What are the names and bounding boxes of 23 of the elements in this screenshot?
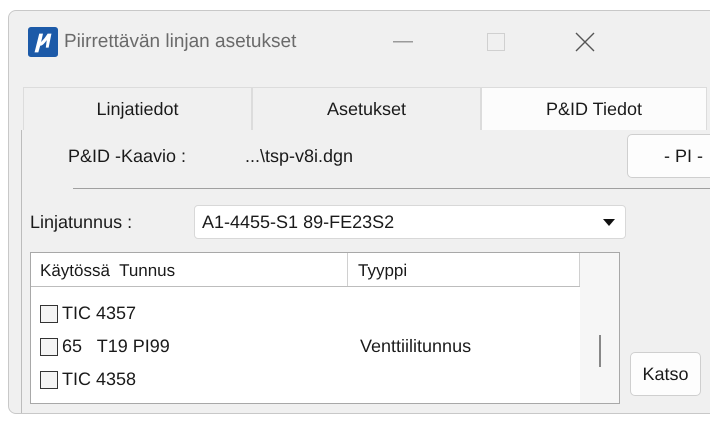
close-icon[interactable] bbox=[575, 32, 596, 52]
tab[interactable]: Asetukset bbox=[252, 87, 481, 130]
diagram-label: P&ID -Kaavio : bbox=[68, 146, 188, 166]
tab[interactable]: P&ID Tiedot bbox=[481, 87, 707, 130]
line-id-label: Linjatunnus : bbox=[30, 212, 134, 232]
app-logo-icon bbox=[28, 27, 58, 57]
caret-icon bbox=[603, 218, 615, 226]
checkbox[interactable] bbox=[40, 304, 58, 322]
table-cell: Venttiilitunnus bbox=[360, 336, 472, 356]
table-cell: TIC 4357 bbox=[62, 303, 136, 324]
table-cell: 65 T19 PI99 bbox=[62, 336, 170, 357]
katso-button[interactable]: Katso bbox=[630, 352, 701, 396]
window-title: Piirrettävän linjan asetukset bbox=[64, 31, 296, 53]
pi-button[interactable]: - PI - bbox=[627, 134, 710, 178]
table-cell: TIC 4358 bbox=[62, 369, 136, 390]
column-header[interactable]: Käytössä Tunnus bbox=[31, 253, 348, 286]
checkbox[interactable] bbox=[40, 338, 58, 356]
tab[interactable]: Linjatiedot bbox=[23, 87, 252, 130]
line-id-dropdown[interactable]: A1-4455-S1 89-FE23S2 bbox=[194, 205, 626, 239]
scrollbar[interactable] bbox=[580, 253, 619, 403]
diagram-path: ...\tsp-v8i.dgn bbox=[245, 146, 354, 166]
checkbox[interactable] bbox=[40, 370, 58, 388]
scrollbar-thumb[interactable] bbox=[599, 335, 601, 367]
